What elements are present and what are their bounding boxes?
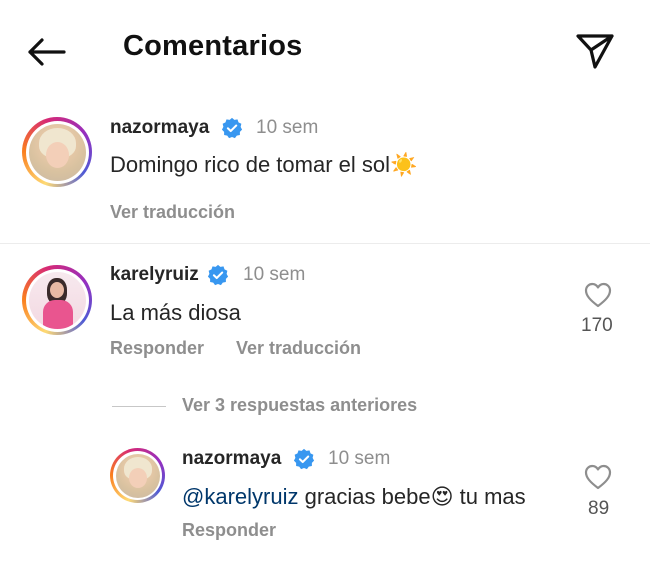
reply-text: @karelyruiz gracias bebe😍 tu mas xyxy=(182,484,526,510)
reply-username[interactable]: nazormaya xyxy=(182,448,281,470)
reply-mention-link[interactable]: @karelyruiz xyxy=(182,484,298,509)
caption-text-body: Domingo rico de tomar el sol xyxy=(110,152,391,177)
caption-time: 10 sem xyxy=(256,117,319,138)
comment-text: La más diosa xyxy=(110,300,241,325)
comment-like-count: 170 xyxy=(581,315,613,336)
heart-eyes-emoji: 😍 xyxy=(430,485,454,510)
verified-badge-icon xyxy=(293,448,315,470)
replies-divider-line xyxy=(112,406,166,407)
reply-like-button[interactable] xyxy=(581,460,615,494)
header-bar: Comentarios xyxy=(0,0,650,100)
comment-username[interactable]: karelyruiz xyxy=(110,264,199,286)
heart-icon xyxy=(584,464,612,490)
paper-plane-icon xyxy=(576,34,614,69)
share-button[interactable] xyxy=(572,28,618,74)
comment-reply-link[interactable]: Responder xyxy=(110,338,204,359)
view-replies-button[interactable]: Ver 3 respuestas anteriores xyxy=(182,395,417,416)
caption-translate-link[interactable]: Ver traducción xyxy=(110,202,235,223)
reply-reply-link[interactable]: Responder xyxy=(182,520,276,541)
divider xyxy=(0,243,650,244)
reply-text-part-2: tu mas xyxy=(453,484,526,509)
arrow-left-icon xyxy=(28,38,66,66)
comment-translate-link[interactable]: Ver traducción xyxy=(236,338,361,359)
sun-emoji: ☀️ xyxy=(390,153,418,178)
comment-avatar[interactable] xyxy=(22,265,92,335)
verified-badge-icon xyxy=(207,264,229,286)
comment-like-button[interactable] xyxy=(581,278,615,312)
caption-avatar[interactable] xyxy=(22,117,92,187)
reply-text-part-1: gracias bebe xyxy=(298,484,431,509)
page-title: Comentarios xyxy=(123,30,303,62)
heart-icon xyxy=(584,282,612,308)
caption-username[interactable]: nazormaya xyxy=(110,117,209,139)
comment-time: 10 sem xyxy=(243,264,306,285)
back-button[interactable] xyxy=(24,30,68,74)
reply-like-count: 89 xyxy=(588,498,610,519)
reply-time: 10 sem xyxy=(328,448,391,469)
caption-text: Domingo rico de tomar el sol☀️ xyxy=(110,152,417,178)
reply-avatar[interactable] xyxy=(110,448,165,503)
verified-badge-icon xyxy=(221,117,243,139)
